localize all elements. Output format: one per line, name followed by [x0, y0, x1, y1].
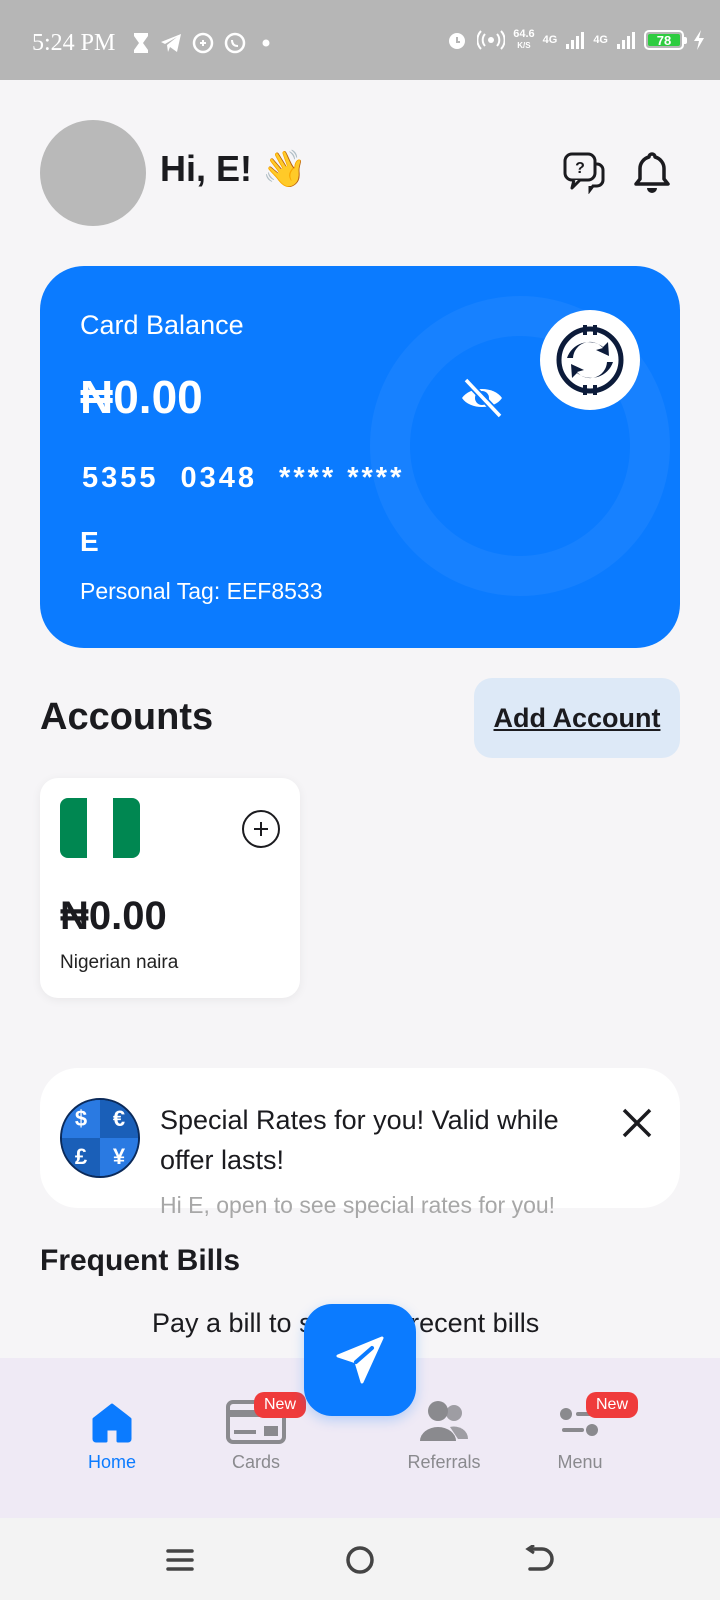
- greeting-text: Hi, E!: [160, 148, 253, 189]
- dot-icon: [262, 39, 270, 47]
- circle-home-icon: [346, 1546, 374, 1574]
- promo-subtitle: Hi E, open to see special rates for you!: [160, 1192, 556, 1218]
- recents-button[interactable]: [158, 1538, 202, 1582]
- cards-new-badge: New: [254, 1392, 307, 1418]
- wave-emoji: 👋: [262, 148, 307, 189]
- promo-title: Special Rates for you! Valid while offer…: [160, 1105, 559, 1175]
- card-balance-value: ₦0.00: [80, 371, 203, 423]
- status-bar: 5:24 PM 64.6 K/S 4G 4G 78: [0, 0, 720, 80]
- hide-balance-toggle[interactable]: [458, 376, 506, 420]
- account-currency-name: Nigerian naira: [60, 952, 179, 973]
- help-chat-icon: ?: [563, 152, 605, 195]
- send-money-button[interactable]: [304, 1304, 416, 1416]
- nav-label-referrals: Referrals: [407, 1452, 481, 1472]
- paper-plane-icon: [336, 1336, 384, 1384]
- eye-off-icon: [462, 377, 503, 419]
- add-account-button[interactable]: Add Account: [474, 678, 680, 758]
- account-balance: ₦0.00: [60, 894, 167, 938]
- help-chat-button[interactable]: ?: [562, 150, 606, 195]
- charging-icon: [694, 30, 704, 50]
- currency-symbol: ¥: [100, 1138, 138, 1176]
- card-number-part: 5355: [82, 462, 159, 494]
- card-number: 5355 0348 **** ****: [82, 462, 404, 495]
- notifications-button[interactable]: [632, 150, 672, 194]
- whatsapp-icon: [224, 32, 246, 54]
- nav-label-home: Home: [87, 1452, 136, 1472]
- back-icon: [525, 1545, 554, 1571]
- alarm-icon: [449, 33, 466, 49]
- hotspot-icon: [477, 30, 506, 50]
- home-icon: [82, 1398, 142, 1446]
- bell-icon: [634, 152, 670, 193]
- greeting: Hi, E! 👋: [160, 148, 307, 190]
- card-holder-name: E: [80, 526, 99, 557]
- plus-icon: [254, 822, 268, 836]
- recents-icon: [166, 1549, 194, 1571]
- currency-symbol: £: [62, 1138, 100, 1176]
- hourglass-icon: [134, 33, 148, 53]
- back-button[interactable]: [518, 1538, 562, 1582]
- accounts-title: Accounts: [40, 696, 214, 738]
- card-number-part: **** ****: [279, 462, 405, 494]
- notification-icons: [132, 32, 276, 54]
- status-time: 5:24 PM: [32, 30, 116, 56]
- speed-value: 64.6: [513, 28, 535, 40]
- card-brand-logo: [540, 310, 640, 410]
- referrals-icon: [414, 1398, 474, 1446]
- network-type-2: 4G: [593, 34, 608, 46]
- nav-label-cards: Cards: [231, 1452, 280, 1472]
- add-funds-button[interactable]: [242, 810, 280, 848]
- speed-unit: K/S: [517, 41, 531, 50]
- balance-card[interactable]: Card Balance ₦0.00 5355 0348 **** **** E…: [40, 266, 680, 648]
- special-rates-banner[interactable]: $ € £ ¥ Special Rates for you! Valid whi…: [40, 1068, 680, 1208]
- card-number-part: 0348: [180, 462, 258, 494]
- svg-text:?: ?: [575, 160, 585, 177]
- personal-tag: Personal Tag: EEF8533: [80, 578, 323, 604]
- nigeria-flag-icon: [60, 798, 140, 858]
- close-promo-button[interactable]: [618, 1104, 656, 1142]
- card-balance-label: Card Balance: [80, 310, 244, 340]
- currency-exchange-icon: $ € £ ¥: [60, 1098, 140, 1178]
- network-type-1: 4G: [542, 34, 558, 46]
- battery-icon: 78: [644, 30, 687, 50]
- battery-level: 78: [648, 34, 680, 47]
- telegram-icon: [161, 34, 181, 52]
- account-card-ngn[interactable]: ₦0.00 Nigerian naira: [40, 778, 300, 998]
- home-system-button[interactable]: [338, 1538, 382, 1582]
- exchange-logo-icon: [556, 325, 624, 395]
- frequent-bills-title: Frequent Bills: [40, 1244, 241, 1277]
- signal-icon: [617, 32, 635, 49]
- network-speed: 64.6 K/S: [513, 29, 534, 51]
- signal-icon: [566, 32, 585, 49]
- currency-symbol: €: [100, 1100, 138, 1138]
- currency-symbol: $: [62, 1100, 100, 1138]
- avatar[interactable]: [40, 120, 146, 226]
- system-indicators: 64.6 K/S 4G 4G 78: [445, 28, 706, 52]
- system-navigation-bar: [0, 1518, 720, 1600]
- menu-new-badge: New: [586, 1392, 639, 1418]
- nav-label-menu: Menu: [557, 1452, 603, 1472]
- close-icon: [622, 1108, 652, 1138]
- whatsapp-business-icon: [192, 32, 214, 54]
- nav-home[interactable]: Home: [52, 1398, 172, 1473]
